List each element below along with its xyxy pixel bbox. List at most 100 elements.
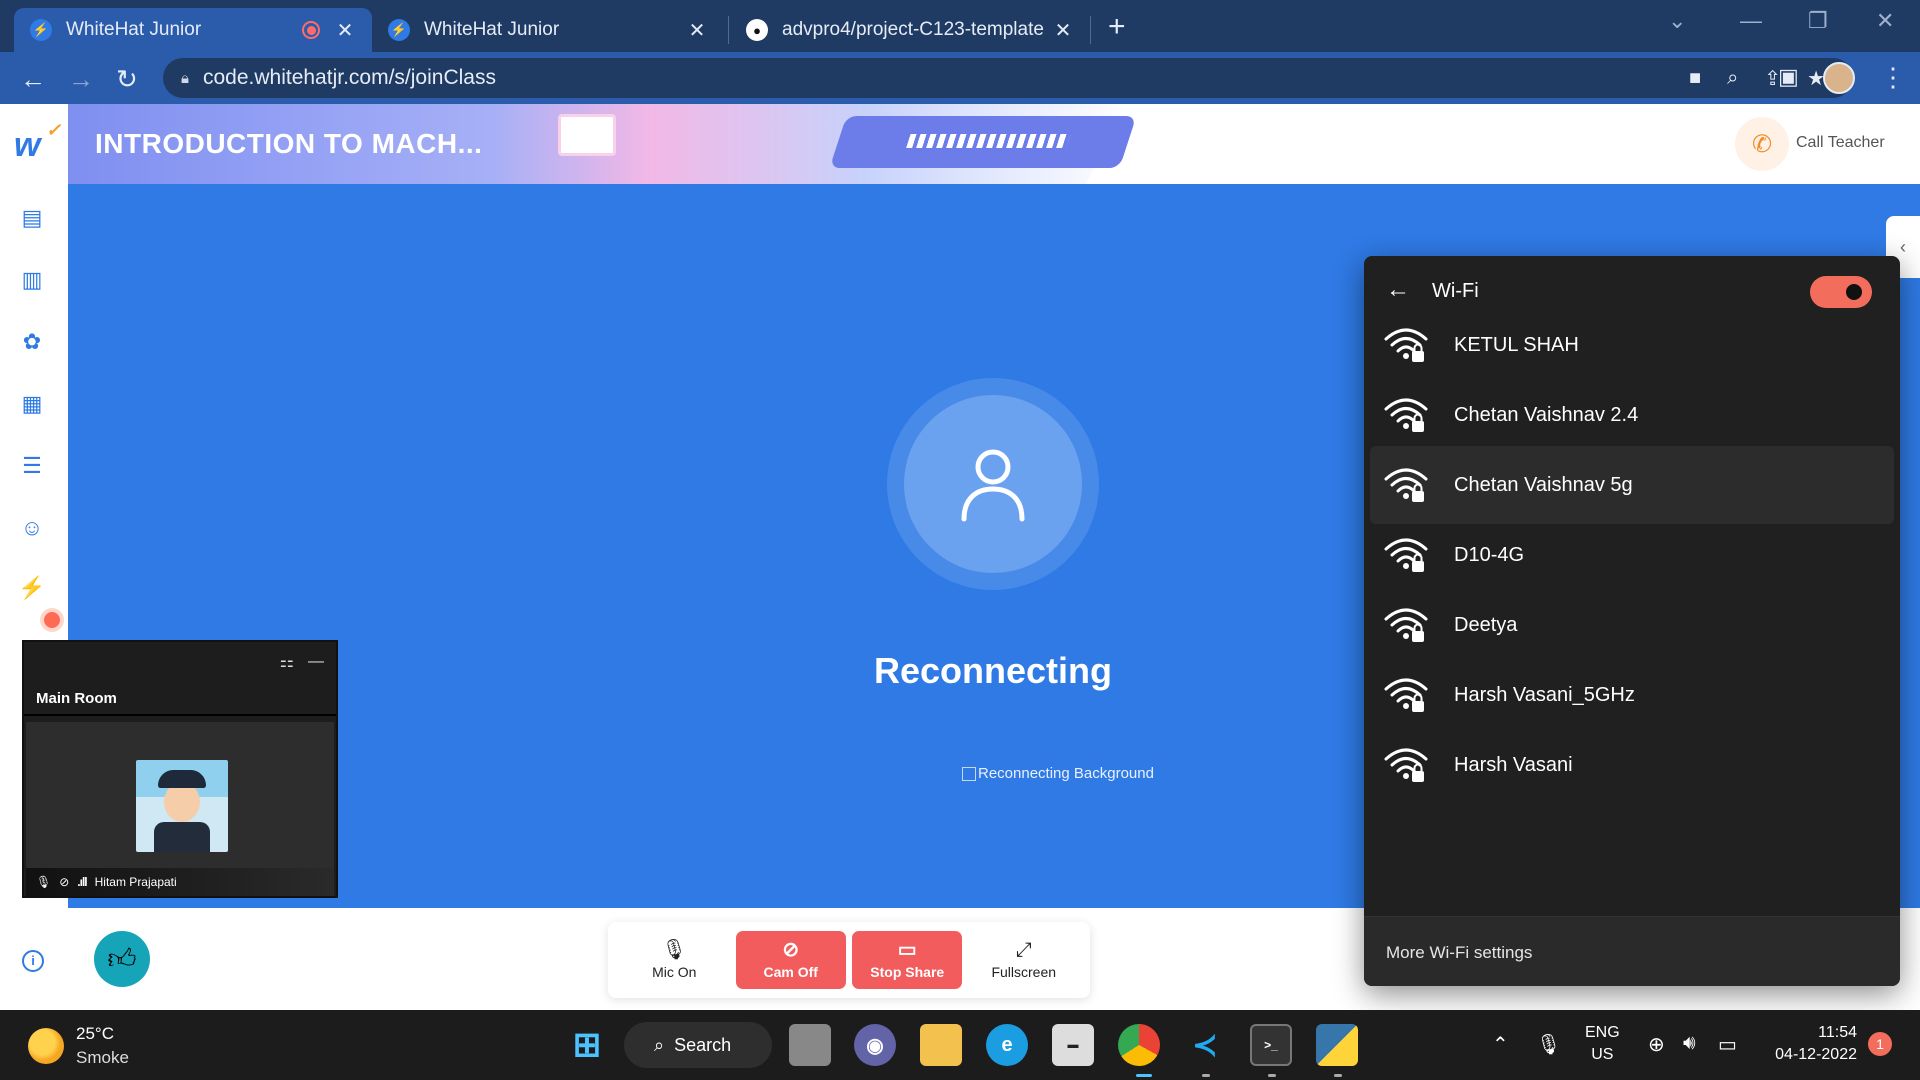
battery-icon[interactable]: ▭ (1718, 1032, 1737, 1057)
tab-close-icon[interactable]: ✕ (334, 18, 356, 43)
forward-arrow-icon[interactable]: → (68, 64, 94, 95)
zoom-icon[interactable]: ⌕ (1727, 67, 1738, 90)
sidebar-power-icon[interactable]: ⚡ (18, 574, 46, 602)
close-window-icon[interactable]: ✕ (1876, 8, 1894, 34)
thumbs-up-icon[interactable]: 👍︎ (94, 931, 150, 987)
side-panel-icon[interactable]: ▣ (1778, 64, 1799, 90)
sidebar-class-icon[interactable]: ▤ (18, 204, 46, 232)
windows-start-icon[interactable]: ⊞ (566, 1024, 608, 1066)
mic-button[interactable]: 🎙︎ Mic On (619, 931, 729, 989)
wifi-secured-icon (1384, 395, 1436, 435)
float-window-titlebar: ⚏ — (24, 642, 336, 682)
browser-toolbar: ← → ↻ 🔒︎ code.whitehatjr.com/s/joinClass… (0, 52, 1920, 104)
wifi-secured-icon (1384, 465, 1436, 505)
wifi-network-item[interactable]: D10-4G (1370, 516, 1894, 594)
task-view-icon[interactable] (789, 1024, 831, 1066)
lock-icon: 🔒︎ (181, 69, 189, 87)
layout-icon[interactable]: ⚏ (280, 652, 294, 672)
windows-taskbar: 25°C Smoke ⊞ ⌕ Search ◉ e ▬ ≺ >_ ⌃ 🎙︎ EN… (0, 1010, 1920, 1080)
wifi-network-item[interactable]: Harsh Vasani_5GHz (1370, 656, 1894, 734)
reload-icon[interactable]: ↻ (116, 64, 138, 95)
vscode-icon[interactable]: ≺ (1184, 1024, 1226, 1066)
fullscreen-button[interactable]: ⤢ Fullscreen (969, 931, 1079, 989)
wifi-network-name: Harsh Vasani (1454, 753, 1573, 776)
whitehat-favicon-icon: ⚡ (30, 19, 52, 41)
wifi-secured-icon (1384, 325, 1436, 365)
wifi-network-name: D10-4G (1454, 543, 1525, 566)
whitehat-logo-icon[interactable]: w ✓ (14, 120, 61, 165)
phone-icon[interactable]: ✆ (1735, 117, 1789, 171)
back-arrow-icon[interactable]: ← (20, 64, 46, 95)
screen-share-icon: ▭ (897, 939, 917, 961)
address-bar[interactable]: 🔒︎ code.whitehatjr.com/s/joinClass ■ ⌕ ⇪… (163, 58, 1853, 98)
sidebar-chat-icon[interactable]: ☺ (18, 514, 46, 542)
wifi-network-item[interactable]: Chetan Vaishnav 2.4 (1370, 376, 1894, 454)
wifi-network-name: Chetan Vaishnav 2.4 (1454, 403, 1639, 426)
tab-title: advpro4/project-C123-template (782, 19, 1044, 40)
minimize-icon[interactable]: — (1740, 8, 1762, 34)
sidebar-activities-icon[interactable]: ✿ (18, 328, 46, 356)
info-icon[interactable]: i (22, 950, 44, 972)
omnibox-actions: ■ ⌕ ⇪ ★ (1689, 58, 1825, 98)
main-room-window[interactable]: ⚏ — Main Room 🎙︎ ⊘ .ıll Hitam Prajapati (22, 640, 338, 898)
python-icon[interactable] (1316, 1024, 1358, 1066)
network-globe-icon[interactable]: ⊕ (1648, 1032, 1665, 1057)
tab-whitehat-junior-2[interactable]: ⚡ WhiteHat Junior ✕ (372, 8, 724, 52)
restore-icon[interactable]: ❐ (1808, 8, 1828, 34)
class-header: INTRODUCTION TO MACH... ✆ Call Teacher (68, 104, 1920, 184)
wifi-network-item[interactable]: KETUL SHAH (1370, 306, 1894, 384)
tab-github-project[interactable]: ● advpro4/project-C123-template ✕ (730, 8, 1090, 52)
mic-label: Mic On (652, 964, 697, 980)
file-explorer-icon[interactable] (920, 1024, 962, 1066)
wifi-network-item[interactable]: Deetya (1370, 586, 1894, 664)
call-teacher-label[interactable]: Call Teacher (1796, 134, 1885, 152)
fullscreen-label: Fullscreen (991, 964, 1057, 980)
camera-in-use-icon[interactable]: ■ (1689, 67, 1701, 90)
participant-avatar-image (136, 760, 228, 852)
banner-keyboard-illustration (829, 116, 1137, 168)
image-alt-text: Reconnecting Background (978, 765, 1154, 782)
sidebar-quiz-icon[interactable]: ☰ (18, 452, 46, 480)
stop-share-button[interactable]: ▭ Stop Share (852, 931, 963, 989)
camera-button[interactable]: ⊘ Cam Off (735, 931, 846, 989)
asphalt-game-icon[interactable]: ▬ (1052, 1024, 1094, 1066)
new-tab-button[interactable]: + (1108, 10, 1126, 44)
chrome-icon[interactable] (1118, 1024, 1160, 1066)
weather-description[interactable]: Smoke (76, 1048, 129, 1068)
share-label: Stop Share (870, 964, 945, 980)
wifi-network-item[interactable]: Harsh Vasani (1370, 726, 1894, 804)
language-indicator[interactable]: ENG US (1585, 1022, 1620, 1066)
participant-name: Hitam Prajapati (94, 875, 177, 889)
terminal-icon[interactable]: >_ (1250, 1024, 1292, 1066)
edge-browser-icon[interactable]: e (986, 1024, 1028, 1066)
weather-temperature[interactable]: 25°C (76, 1024, 114, 1044)
volume-icon[interactable]: 🔊︎ (1683, 1032, 1696, 1055)
system-clock[interactable]: 11:54 04-12-2022 (1765, 1022, 1857, 1066)
tab-close-icon[interactable]: ✕ (686, 18, 708, 43)
notification-badge (44, 612, 60, 628)
sidebar-notes-icon[interactable]: ▦ (18, 390, 46, 418)
more-wifi-settings-link[interactable]: More Wi-Fi settings (1386, 943, 1532, 963)
wifi-network-name: Harsh Vasani_5GHz (1454, 683, 1635, 706)
tab-whitehat-junior-1[interactable]: ⚡ WhiteHat Junior ✕ (14, 8, 372, 52)
sidebar-book-icon[interactable]: ▥ (18, 266, 46, 294)
chat-icon[interactable]: ◉ (854, 1024, 896, 1066)
taskbar-search[interactable]: ⌕ Search (624, 1022, 772, 1068)
minimize-window-icon[interactable]: — (308, 653, 324, 671)
microphone-tray-icon[interactable]: 🎙︎ (1536, 1032, 1561, 1057)
running-app-indicator (1202, 1074, 1210, 1077)
wifi-network-name: Deetya (1454, 613, 1518, 636)
notification-count-badge[interactable]: 1 (1868, 1032, 1892, 1056)
wifi-network-item[interactable]: Chetan Vaishnav 5g (1370, 446, 1894, 524)
show-hidden-icons-chevron-icon[interactable]: ⌃ (1492, 1032, 1509, 1057)
tab-close-icon[interactable]: ✕ (1052, 18, 1074, 43)
back-arrow-icon[interactable]: ← (1386, 276, 1410, 304)
tab-search-chevron-icon[interactable]: ⌄ (1668, 8, 1686, 34)
weather-sun-icon[interactable] (28, 1028, 64, 1064)
running-app-indicator (1268, 1074, 1276, 1077)
keyboard-layout: US (1591, 1046, 1614, 1063)
wifi-toggle[interactable] (1810, 276, 1872, 308)
profile-avatar[interactable] (1823, 62, 1855, 94)
camera-off-icon: ⊘ (782, 939, 800, 961)
browser-menu-icon[interactable]: ⋮ (1880, 62, 1906, 93)
